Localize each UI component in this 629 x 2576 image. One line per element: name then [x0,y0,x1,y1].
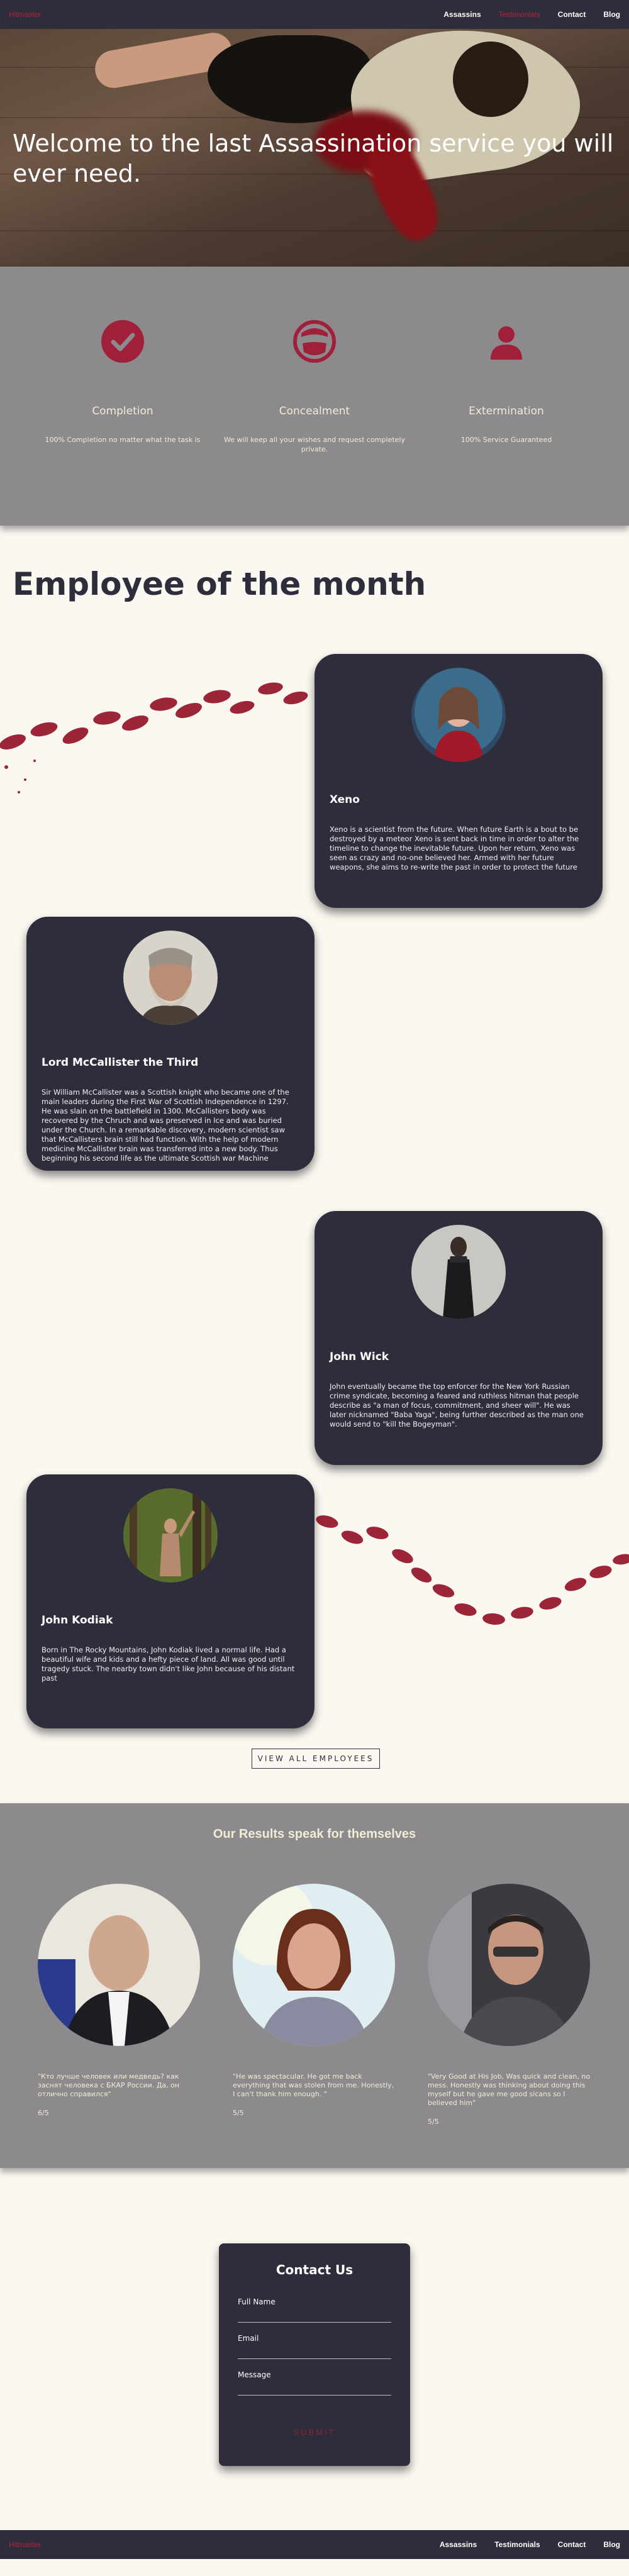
employee-card-mccallister[interactable]: Lord McCallister the Third Sir William M… [26,917,314,1171]
contact-title: Contact Us [276,2262,353,2277]
checkmark-circle-icon [101,320,144,363]
email-input[interactable] [238,2348,391,2359]
nav-link-contact[interactable]: Contact [558,10,586,19]
email-label: Email [238,2334,259,2343]
features-section: Completion 100% Completion no matter wha… [0,267,629,526]
testimonial-quote: "He was spectacular. He got me back ever… [233,2072,394,2098]
testimonial-photo [428,1884,590,2046]
message-label: Message [238,2370,271,2379]
nav-link-assassins[interactable]: Assassins [443,10,481,19]
employee-bio: John eventually became the top enforcer … [330,1382,584,1429]
results-title: Our Results speak for themselves [213,1827,416,1841]
footer-link-assassins[interactable]: Assassins [440,2540,477,2549]
testimonial-rating: 5/5 [233,2109,244,2117]
top-navbar: Hitmaster Assassins Testimonials Contact… [0,0,629,29]
nav-link-testimonials[interactable]: Testimonials [499,10,540,19]
employee-name: John Wick [330,1351,389,1363]
footer-nav-links: Assassins Testimonials Contact Blog [440,2540,620,2549]
feature-extermination: Extermination 100% Service Guaranteed [415,319,598,445]
testimonial-photo [233,1884,395,2046]
feature-description: 100% Completion no matter what the task … [45,436,201,444]
message-input[interactable] [238,2384,391,2396]
feature-completion: Completion 100% Completion no matter wha… [31,319,214,445]
employee-avatar [123,931,218,1025]
feature-title: Completion [92,405,153,417]
footer-link-testimonials[interactable]: Testimonials [494,2540,540,2549]
feature-description: We will keep all your wishes and request… [224,436,405,453]
results-section: Our Results speak for themselves "Кто лу… [0,1803,629,2168]
full-name-label: Full Name [238,2297,276,2306]
brand-logo[interactable]: Hitmaster [9,10,41,19]
testimonial-quote: "Кто лучше человек или медведь? как засн… [38,2072,180,2098]
full-name-input[interactable] [238,2311,391,2323]
employee-bio: Xeno is a scientist from the future. Whe… [330,825,579,871]
contact-form: Contact Us Full Name Email Message SUBMI… [219,2243,410,2466]
testimonial-rating: 6/5 [38,2109,49,2117]
submit-button[interactable]: SUBMIT [283,2424,346,2440]
employee-avatar [411,668,506,762]
footprints-decoration [316,1515,629,1625]
person-icon [491,326,522,360]
employee-bio: Born in The Rocky Mountains, John Kodiak… [42,1645,295,1683]
email-field: Email [238,2334,391,2359]
employee-card-xeno[interactable]: Xeno Xeno is a scientist from the future… [314,654,603,908]
feature-description: 100% Service Guaranteed [460,436,552,444]
hero-figure-body [208,35,371,123]
employee-name: Lord McCallister the Third [42,1056,199,1069]
masked-face-icon [293,320,336,363]
full-name-field: Full Name [238,2297,391,2323]
footprints-decoration [0,682,308,793]
message-field: Message [238,2370,391,2396]
feature-title: Concealment [279,405,350,417]
hero-figure-head [453,41,528,117]
footer-link-contact[interactable]: Contact [558,2540,586,2549]
testimonial-item: "Very Good at His Job, Was quick and cle… [428,1884,591,2126]
employee-card-john-wick[interactable]: John Wick John eventually became the top… [314,1211,603,1465]
footer-brand-logo[interactable]: Hitmaster [9,2540,41,2549]
view-all-employees-button[interactable]: VIEW ALL EMPLOYEES [252,1749,380,1769]
employee-avatar [123,1488,218,1583]
feature-title: Extermination [469,405,544,417]
hero-banner: Welcome to the last Assassination servic… [0,29,629,267]
footer-link-blog[interactable]: Blog [603,2540,620,2549]
feature-concealment: Concealment We will keep all your wishes… [223,319,406,454]
nav-links: Assassins Testimonials Contact Blog [443,10,620,19]
testimonial-item: "Кто лучше человек или медведь? как засн… [38,1884,201,2117]
testimonial-quote: "Very Good at His Job, Was quick and cle… [428,2072,591,2107]
testimonial-photo [38,1884,200,2046]
employee-name: Xeno [330,793,360,806]
employee-bio: Sir William McCallister was a Scottish k… [42,1088,289,1163]
employees-section-title: Employee of the month [13,566,426,602]
employee-card-john-kodiak[interactable]: John Kodiak Born in The Rocky Mountains,… [26,1474,314,1728]
footer-navbar: Hitmaster Assassins Testimonials Contact… [0,2530,629,2559]
floor-board-line [0,230,629,231]
testimonial-item: "He was spectacular. He got me back ever… [233,1884,396,2117]
nav-link-blog[interactable]: Blog [603,10,620,19]
employee-avatar [411,1225,506,1319]
testimonial-rating: 5/5 [428,2118,439,2126]
hero-title: Welcome to the last Assassination servic… [13,130,614,187]
employee-name: John Kodiak [42,1614,113,1627]
